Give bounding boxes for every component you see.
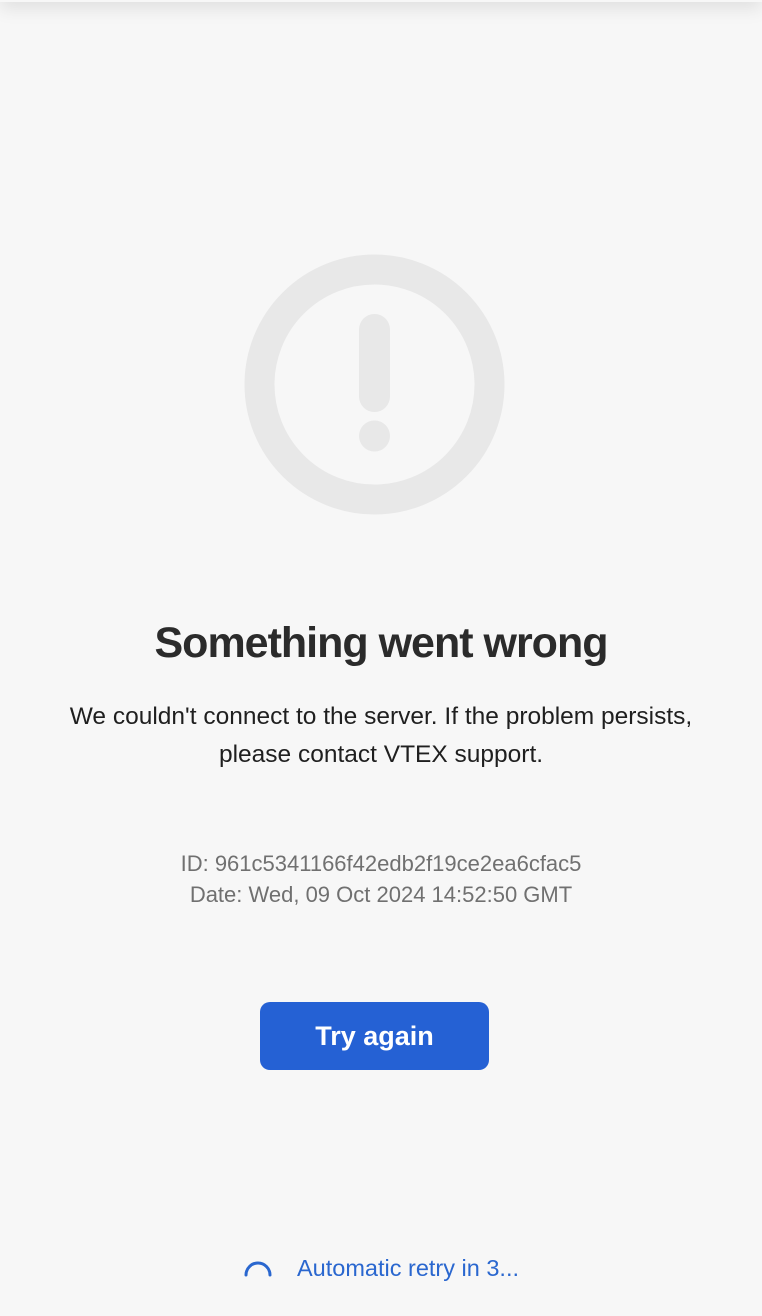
exclamation-circle-icon [244,254,505,515]
error-message-line-1: We couldn't connect to the server. If th… [69,703,693,730]
error-message: We couldn't connect to the server. If th… [20,698,742,774]
error-details: ID: 961c5341166f42edb2f19ce2ea6cfac5 Dat… [0,848,762,910]
top-bar-shadow [0,0,762,2]
error-title: Something went wrong [154,619,609,667]
error-date: Date: Wed, 09 Oct 2024 14:52:50 GMT [189,882,573,907]
loading-spinner-icon [244,1261,272,1277]
automatic-retry-text: Automatic retry in 3... [296,1254,520,1281]
try-again-button[interactable]: Try again [260,1002,489,1070]
automatic-retry-indicator: Automatic retry in 3... [0,1250,762,1286]
error-id: ID: 961c5341166f42edb2f19ce2ea6cfac5 [180,851,582,876]
error-message-line-2: please contact VTEX support. [218,741,544,768]
